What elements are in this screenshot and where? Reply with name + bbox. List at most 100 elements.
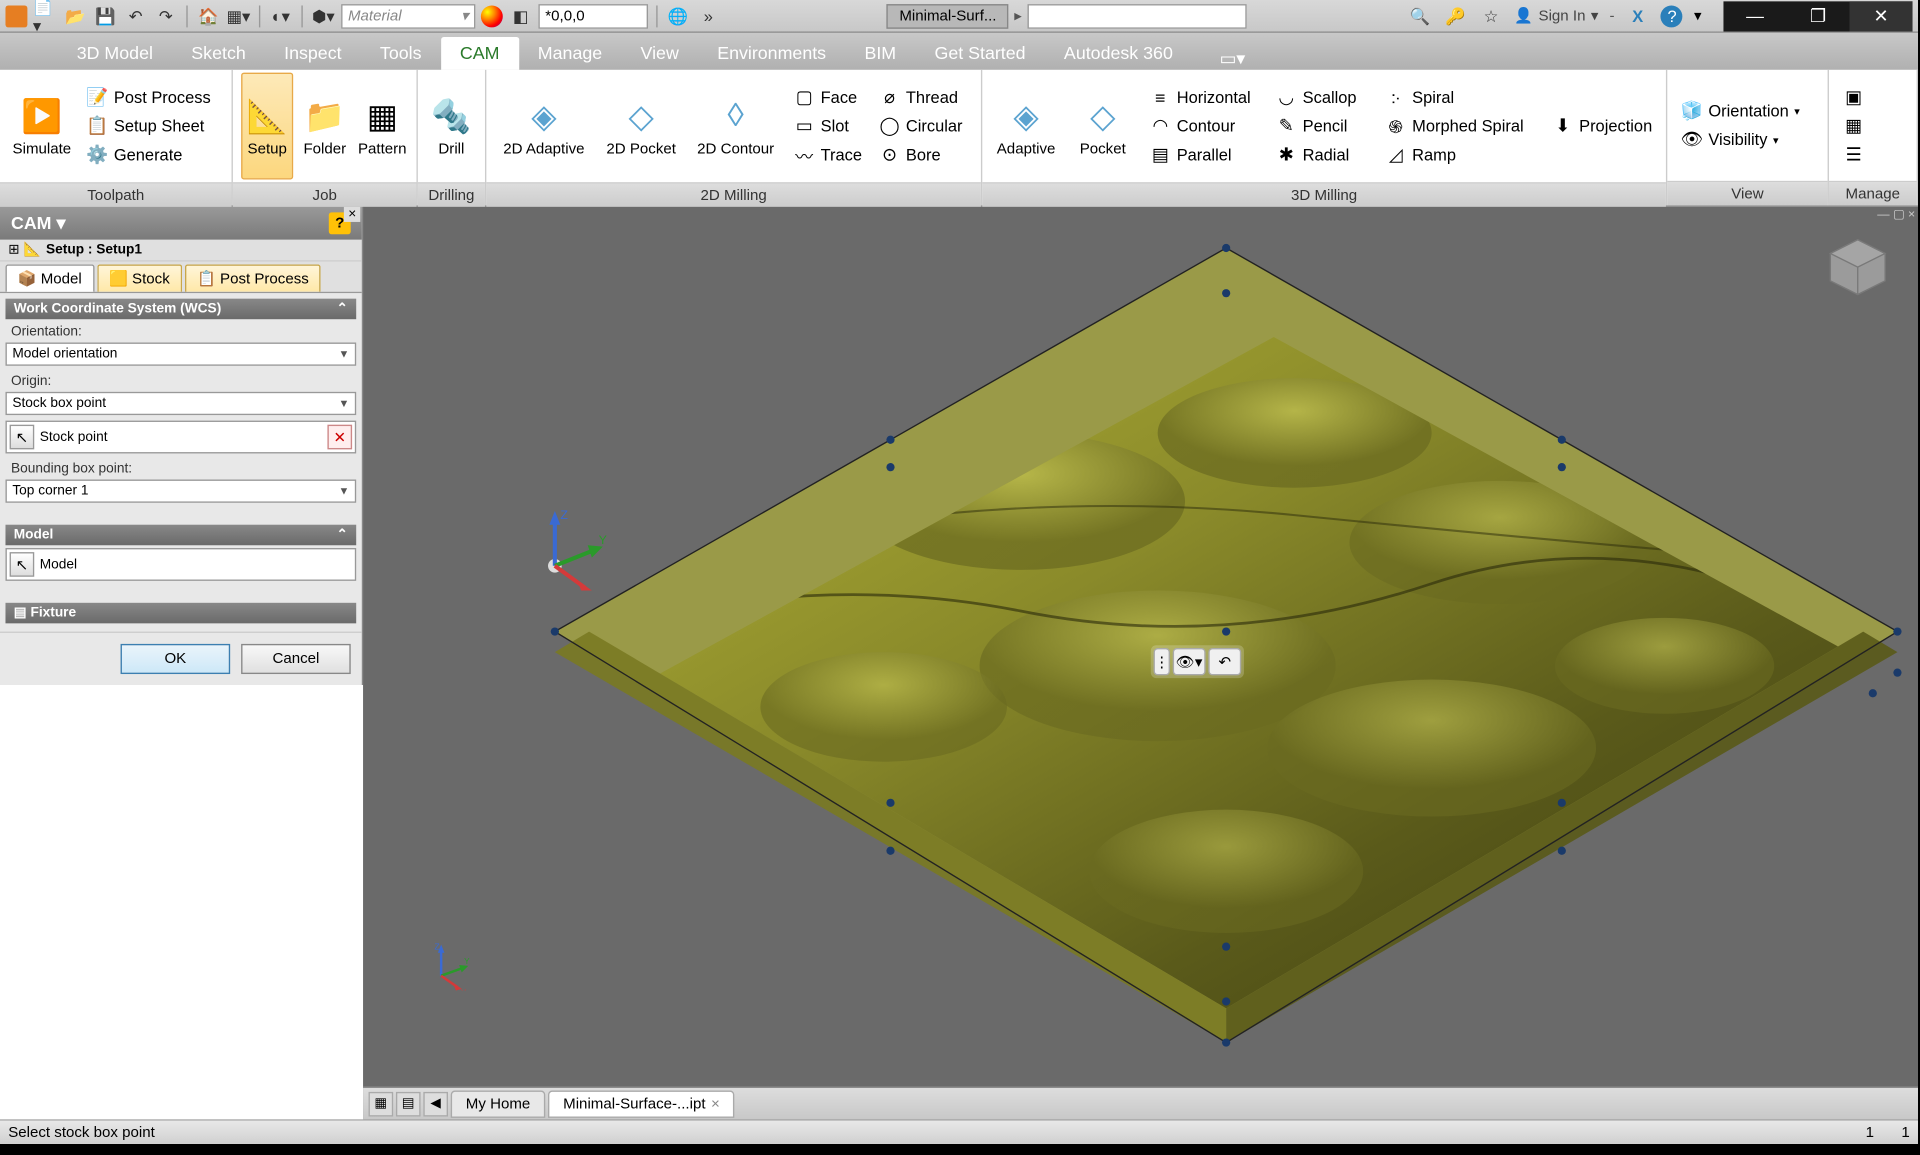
doc-tab-home[interactable]: My Home — [451, 1090, 546, 1117]
qat-measure-icon[interactable]: 🌐 — [666, 3, 691, 28]
tab-tools[interactable]: Tools — [361, 37, 441, 70]
qat-redo-icon[interactable]: ↷ — [153, 3, 178, 28]
qat-undo-icon[interactable]: ↶ — [123, 3, 148, 28]
tab-manage[interactable]: Manage — [519, 37, 622, 70]
coordinates-input[interactable]: *0,0,0 — [538, 3, 648, 28]
qat-open-icon[interactable]: 📂 — [63, 3, 88, 28]
post-process-button[interactable]: 📝Post Process — [81, 84, 223, 111]
generate-button[interactable]: ⚙️Generate — [81, 141, 223, 168]
title-search-input[interactable] — [1027, 3, 1246, 28]
tab-post-process[interactable]: 📋Post Process — [185, 264, 321, 291]
tab-stock[interactable]: 🟨Stock — [97, 264, 182, 291]
orientation-button[interactable]: 🧊Orientation▾ — [1676, 97, 1806, 124]
visibility-button[interactable]: 👁Visibility▾ — [1676, 126, 1806, 153]
maximize-button[interactable]: ❐ — [1786, 1, 1849, 31]
tab-view[interactable]: View — [621, 37, 698, 70]
sign-in-button[interactable]: 👤 Sign In ▾ — [1514, 7, 1598, 25]
setup-button[interactable]: 📐 Setup — [241, 73, 293, 180]
circular-button[interactable]: ◯Circular — [873, 112, 968, 139]
orientation-select[interactable]: Model orientation▼ — [5, 343, 356, 366]
viewport-window-controls[interactable]: — ▢ × — [1877, 207, 1915, 222]
exchange-icon[interactable]: X — [1625, 3, 1650, 28]
tab-bim[interactable]: BIM — [845, 37, 915, 70]
3d-viewport[interactable]: — ▢ × — [363, 207, 1918, 1119]
minimize-button[interactable]: — — [1723, 1, 1786, 31]
2d-adaptive-button[interactable]: ◈2D Adaptive — [495, 73, 594, 180]
close-button[interactable]: ✕ — [1850, 1, 1913, 31]
spiral-button[interactable]: ჻Spiral — [1379, 84, 1541, 111]
nav-left-icon[interactable]: ◀ — [423, 1091, 448, 1116]
manage-btn-1[interactable]: ▣ — [1837, 83, 1870, 110]
projection-button[interactable]: ⬇Projection — [1546, 112, 1657, 139]
face-button[interactable]: ▢Face — [788, 84, 868, 111]
doc-tab-file[interactable]: Minimal-Surface-...ipt× — [548, 1090, 735, 1117]
wcs-section-header[interactable]: Work Coordinate System (WCS)⌃ — [5, 299, 356, 320]
key-icon[interactable]: 🔑 — [1443, 3, 1468, 28]
tab-get-started[interactable]: Get Started — [915, 37, 1044, 70]
tile-view-icon[interactable]: ▦ — [369, 1091, 394, 1116]
simulate-button[interactable]: ▶️ Simulate — [8, 73, 75, 180]
ramp-button[interactable]: ◿Ramp — [1379, 141, 1541, 168]
toolbar-inspect-button[interactable]: 👁▾ — [1173, 648, 1206, 675]
2d-contour-button[interactable]: ◊2D Contour — [689, 73, 782, 180]
ok-button[interactable]: OK — [121, 644, 231, 674]
qat-new-icon[interactable]: 📄▾ — [33, 3, 58, 28]
qat-select-icon[interactable]: ▦▾ — [226, 3, 251, 28]
horizontal-button[interactable]: ≡Horizontal — [1144, 84, 1264, 111]
fixture-section-header[interactable]: ▤ Fixture — [5, 603, 356, 624]
model-picker[interactable]: ↖ Model — [5, 548, 356, 581]
cancel-button[interactable]: Cancel — [241, 644, 351, 674]
trace-button[interactable]: 〰Trace — [788, 141, 868, 168]
toolbar-grip[interactable]: ⋮ — [1154, 648, 1170, 675]
qat-shade-icon[interactable]: ◧ — [508, 3, 533, 28]
origin-select[interactable]: Stock box point▼ — [5, 392, 356, 415]
pattern-button[interactable]: ▦ Pattern — [356, 73, 408, 180]
thread-button[interactable]: ⌀Thread — [873, 84, 968, 111]
folder-button[interactable]: 📁 Folder — [299, 73, 351, 180]
slot-button[interactable]: ▭Slot — [788, 112, 868, 139]
material-dropdown[interactable]: Material▾ — [341, 3, 475, 28]
tab-sketch[interactable]: Sketch — [172, 37, 265, 70]
toolbar-undo-button[interactable]: ↶ — [1208, 648, 1241, 675]
panel-close-icon[interactable]: × — [344, 207, 360, 222]
scallop-button[interactable]: ◡Scallop — [1270, 84, 1374, 111]
drill-button[interactable]: 🔩 Drill — [426, 73, 477, 180]
morphed-spiral-button[interactable]: ֍Morphed Spiral — [1379, 112, 1541, 139]
delete-stock-point-button[interactable]: ✕ — [327, 425, 352, 450]
pick-model-icon[interactable]: ↖ — [10, 552, 35, 577]
pick-icon[interactable]: ↖ — [10, 425, 35, 450]
tab-cam[interactable]: CAM — [441, 37, 519, 70]
parallel-button[interactable]: ▤Parallel — [1144, 141, 1264, 168]
pencil-button[interactable]: ✎Pencil — [1270, 112, 1374, 139]
tab-environments[interactable]: Environments — [698, 37, 845, 70]
qat-appearance-icon[interactable]: ⬢▾ — [311, 3, 336, 28]
radial-button[interactable]: ✱Radial — [1270, 141, 1374, 168]
manage-btn-2[interactable]: ▦ — [1837, 112, 1870, 139]
tab-autodesk-360[interactable]: Autodesk 360 — [1045, 37, 1192, 70]
search-icon[interactable]: 🔍 — [1407, 3, 1432, 28]
model-section-header[interactable]: Model⌃ — [5, 525, 356, 546]
favorite-icon[interactable]: ☆ — [1479, 3, 1504, 28]
2d-pocket-button[interactable]: ◇2D Pocket — [599, 73, 684, 180]
stock-point-picker[interactable]: ↖ Stock point ✕ — [5, 421, 356, 454]
3d-adaptive-button[interactable]: ◈Adaptive — [991, 73, 1062, 180]
tab-model[interactable]: 📦Model — [5, 264, 94, 291]
tab-close-icon[interactable]: × — [711, 1095, 720, 1111]
qat-more-icon[interactable]: » — [696, 3, 721, 28]
help-icon[interactable]: ? — [1661, 5, 1683, 27]
qat-save-icon[interactable]: 💾 — [93, 3, 118, 28]
ribbon-collapse-icon[interactable]: ▭▾ — [1219, 48, 1245, 70]
bbox-select[interactable]: Top corner 1▼ — [5, 480, 356, 503]
contour-button[interactable]: ◠Contour — [1144, 112, 1264, 139]
qat-home-icon[interactable]: 🏠 — [196, 3, 221, 28]
grid-view-icon[interactable]: ▤ — [396, 1091, 421, 1116]
qat-material-icon[interactable]: ◐▾ — [269, 3, 294, 28]
color-swatch-icon[interactable] — [481, 5, 503, 27]
setup-breadcrumb[interactable]: ⊞ 📐 Setup : Setup1 — [0, 240, 362, 262]
tab-3d-model[interactable]: 3D Model — [58, 37, 173, 70]
tab-inspect[interactable]: Inspect — [265, 37, 361, 70]
manage-btn-3[interactable]: ☰ — [1837, 140, 1870, 167]
axis-triad[interactable]: Z Y X — [527, 508, 596, 577]
setup-sheet-button[interactable]: 📋Setup Sheet — [81, 112, 223, 139]
3d-pocket-button[interactable]: ◇Pocket — [1067, 73, 1138, 180]
